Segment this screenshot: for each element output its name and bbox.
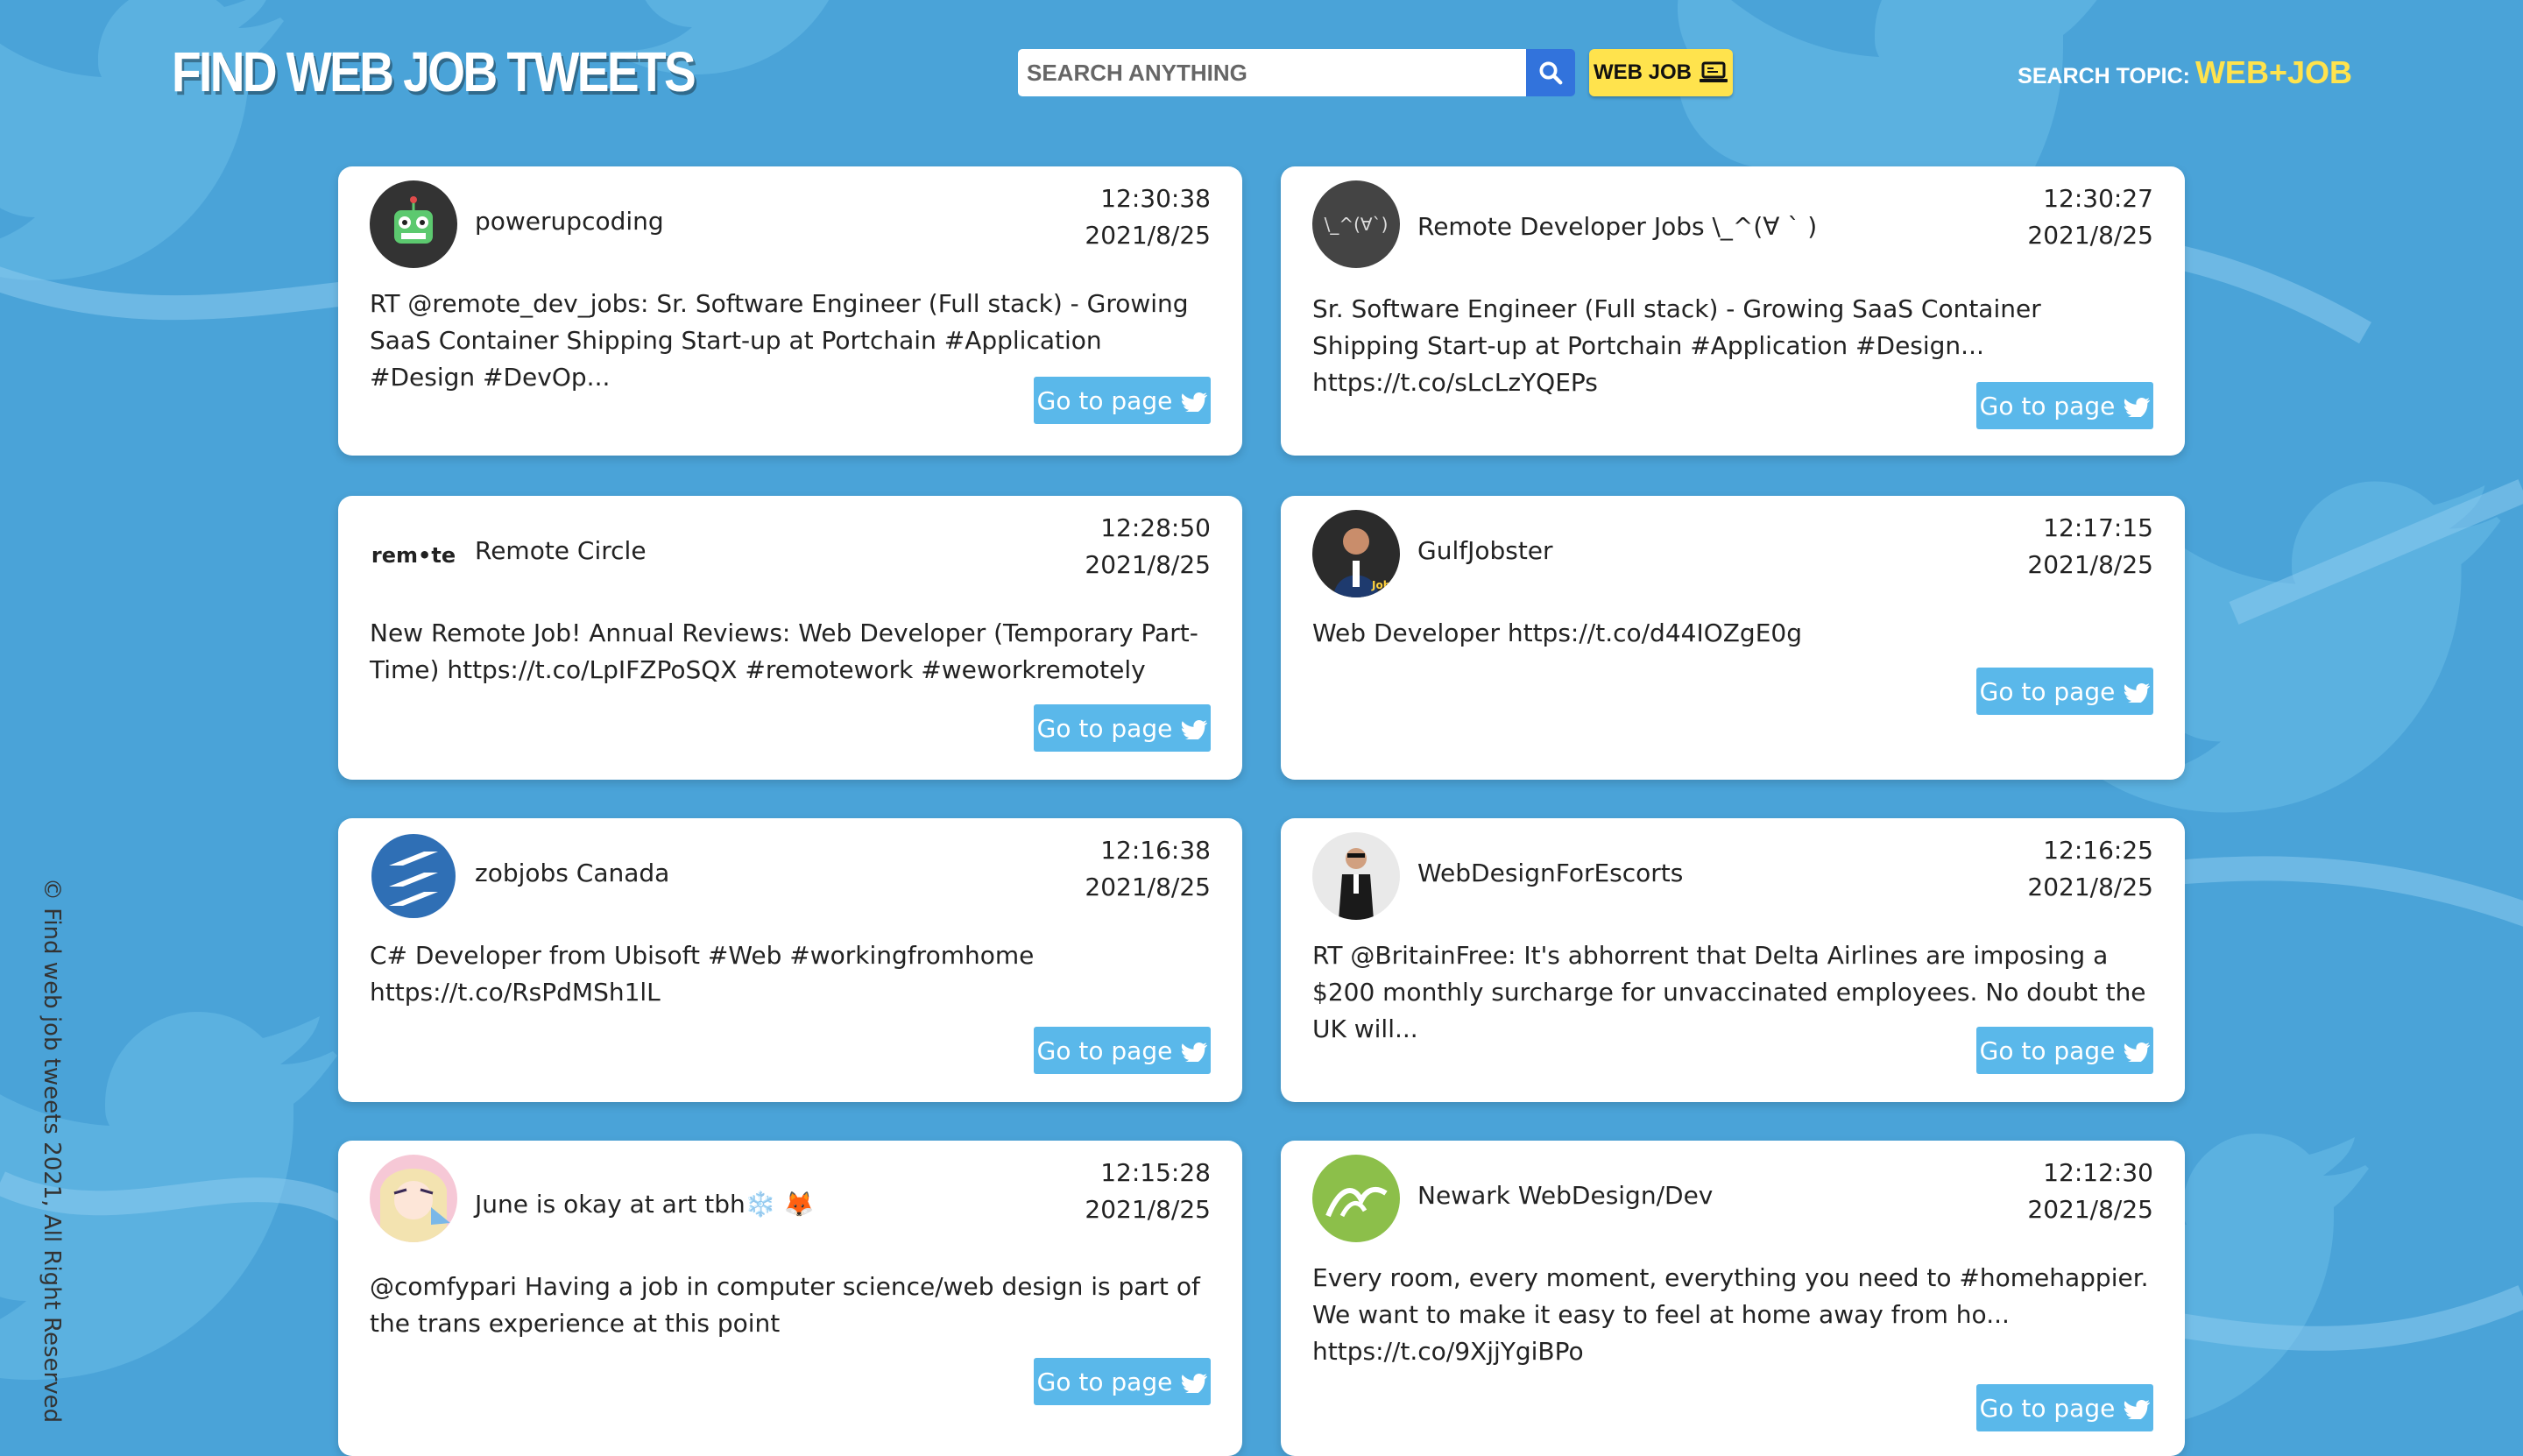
svg-text:\_^(∀`): \_^(∀`) bbox=[1325, 214, 1389, 235]
tweet-username: zobjobs Canada bbox=[475, 859, 670, 887]
tweet-date: 2021/8/25 bbox=[2027, 1195, 2153, 1224]
tweet-time: 12:12:30 bbox=[2043, 1158, 2153, 1187]
search-topic: SEARCH TOPIC: WEB+JOB bbox=[2018, 54, 2352, 91]
go-to-page-label: Go to page bbox=[1036, 1035, 1173, 1065]
tweet-date: 2021/8/25 bbox=[2027, 221, 2153, 250]
tweet-username: Remote Circle bbox=[475, 536, 647, 565]
person-avatar bbox=[1312, 832, 1400, 920]
tweet-card: WebDesignForEscorts 12:16:25 2021/8/25 R… bbox=[1281, 818, 2185, 1102]
tweet-date: 2021/8/25 bbox=[1085, 550, 1211, 579]
tweet-card: zobjobs Canada 12:16:38 2021/8/25 C# Dev… bbox=[338, 818, 1242, 1102]
go-to-page-button[interactable]: Go to page bbox=[1976, 1027, 2153, 1074]
go-to-page-button[interactable]: Go to page bbox=[1034, 1027, 1211, 1074]
tweet-card: June is okay at art tbh❄️ 🦊 12:15:28 202… bbox=[338, 1141, 1242, 1456]
tweet-timestamp: 12:17:15 2021/8/25 bbox=[2027, 510, 2153, 583]
tweet-text: C# Developer from Ubisoft #Web #workingf… bbox=[370, 941, 1035, 1007]
tweet-card: Newark WebDesign/Dev 12:12:30 2021/8/25 … bbox=[1281, 1141, 2185, 1456]
tweet-username: powerupcoding bbox=[475, 207, 664, 236]
go-to-page-label: Go to page bbox=[1979, 391, 2116, 421]
tweet-card: rem•te Remote Circle 12:28:50 2021/8/25 … bbox=[338, 496, 1242, 780]
tweet-time: 12:16:38 bbox=[1100, 836, 1211, 865]
go-to-page-button[interactable]: Go to page bbox=[1034, 704, 1211, 752]
brand-title[interactable]: FIND WEB JOB TWEETS bbox=[172, 39, 696, 105]
tweet-timestamp: 12:16:25 2021/8/25 bbox=[2027, 832, 2153, 906]
search-topic-value: WEB+JOB bbox=[2194, 54, 2352, 90]
tweet-timestamp: 12:30:27 2021/8/25 bbox=[2027, 180, 2153, 254]
tweet-username: June is okay at art tbh❄️ 🦊 bbox=[475, 1190, 815, 1219]
go-to-page-label: Go to page bbox=[1979, 1035, 2116, 1065]
robot-avatar bbox=[370, 180, 457, 268]
tweet-text: @comfypari Having a job in computer scie… bbox=[370, 1272, 1200, 1338]
twitter-bird-icon bbox=[1181, 720, 1208, 739]
tweet-timestamp: 12:15:28 2021/8/25 bbox=[1085, 1155, 1211, 1228]
go-to-page-label: Go to page bbox=[1979, 1393, 2116, 1423]
newark-logo-avatar bbox=[1312, 1155, 1400, 1242]
tweet-username: Remote Developer Jobs \_^(∀ ` ) bbox=[1417, 212, 1818, 241]
kaomoji-avatar: \_^(∀`) bbox=[1312, 180, 1400, 268]
search-icon bbox=[1539, 61, 1563, 85]
tweet-card: powerupcoding 12:30:38 2021/8/25 RT @rem… bbox=[338, 166, 1242, 456]
remote-logo-avatar: rem•te bbox=[370, 510, 457, 597]
twitter-bird-icon bbox=[2124, 398, 2151, 417]
twitter-bird-icon bbox=[2124, 1400, 2151, 1419]
tweet-text: Every room, every moment, everything you… bbox=[1312, 1263, 2149, 1366]
tweet-time: 12:15:28 bbox=[1100, 1158, 1211, 1187]
go-to-page-button[interactable]: Go to page bbox=[1034, 1358, 1211, 1405]
web-job-topic-button[interactable]: WEB JOB bbox=[1589, 49, 1733, 96]
go-to-page-label: Go to page bbox=[1036, 713, 1173, 743]
person-avatar: Job bbox=[1312, 510, 1400, 597]
search-topic-label: SEARCH TOPIC: bbox=[2018, 64, 2190, 88]
svg-text:Job: Job bbox=[1371, 579, 1391, 591]
tweet-text: New Remote Job! Annual Reviews: Web Deve… bbox=[370, 618, 1198, 684]
remote-logo-text: rem•te bbox=[371, 543, 456, 568]
tweet-timestamp: 12:12:30 2021/8/25 bbox=[2027, 1155, 2153, 1228]
search-input[interactable] bbox=[1018, 49, 1526, 96]
tweet-time: 12:16:25 bbox=[2043, 836, 2153, 865]
tweet-time: 12:17:15 bbox=[2043, 513, 2153, 542]
topic-button-label: WEB JOB bbox=[1593, 60, 1692, 84]
twitter-bird-icon bbox=[1181, 1043, 1208, 1062]
tweet-username: WebDesignForEscorts bbox=[1417, 859, 1684, 887]
tweet-card: Job GulfJobster 12:17:15 2021/8/25 Web D… bbox=[1281, 496, 2185, 780]
laptop-icon bbox=[1700, 61, 1728, 82]
zobjobs-logo-avatar bbox=[370, 832, 457, 920]
tweet-time: 12:28:50 bbox=[1100, 513, 1211, 542]
twitter-bird-icon bbox=[2124, 1043, 2151, 1062]
tweet-date: 2021/8/25 bbox=[2027, 873, 2153, 901]
search-button[interactable] bbox=[1526, 49, 1575, 96]
tweet-username: Newark WebDesign/Dev bbox=[1417, 1181, 1714, 1210]
tweet-timestamp: 12:28:50 2021/8/25 bbox=[1085, 510, 1211, 583]
go-to-page-button[interactable]: Go to page bbox=[1976, 1384, 2153, 1431]
go-to-page-button[interactable]: Go to page bbox=[1976, 668, 2153, 715]
go-to-page-label: Go to page bbox=[1036, 1367, 1173, 1396]
tweet-text: Web Developer https://t.co/d44IOZgE0g bbox=[1312, 618, 1802, 647]
tweet-time: 12:30:27 bbox=[2043, 184, 2153, 213]
tweet-timestamp: 12:16:38 2021/8/25 bbox=[1085, 832, 1211, 906]
tweet-username: GulfJobster bbox=[1417, 536, 1553, 565]
twitter-bird-icon bbox=[2124, 683, 2151, 703]
go-to-page-label: Go to page bbox=[1036, 385, 1173, 415]
tweet-date: 2021/8/25 bbox=[1085, 1195, 1211, 1224]
tweet-date: 2021/8/25 bbox=[2027, 550, 2153, 579]
go-to-page-button[interactable]: Go to page bbox=[1976, 382, 2153, 429]
tweet-card: \_^(∀`) Remote Developer Jobs \_^(∀ ` ) … bbox=[1281, 166, 2185, 456]
go-to-page-label: Go to page bbox=[1979, 676, 2116, 706]
go-to-page-button[interactable]: Go to page bbox=[1034, 377, 1211, 424]
tweet-date: 2021/8/25 bbox=[1085, 221, 1211, 250]
twitter-bird-icon bbox=[1181, 1374, 1208, 1393]
tweet-timestamp: 12:30:38 2021/8/25 bbox=[1085, 180, 1211, 254]
tweet-time: 12:30:38 bbox=[1100, 184, 1211, 213]
tweet-date: 2021/8/25 bbox=[1085, 873, 1211, 901]
twitter-bird-icon bbox=[1181, 392, 1208, 412]
copyright-text: © Find web job tweets 2021, All Right Re… bbox=[39, 878, 65, 1424]
anime-avatar bbox=[370, 1155, 457, 1242]
